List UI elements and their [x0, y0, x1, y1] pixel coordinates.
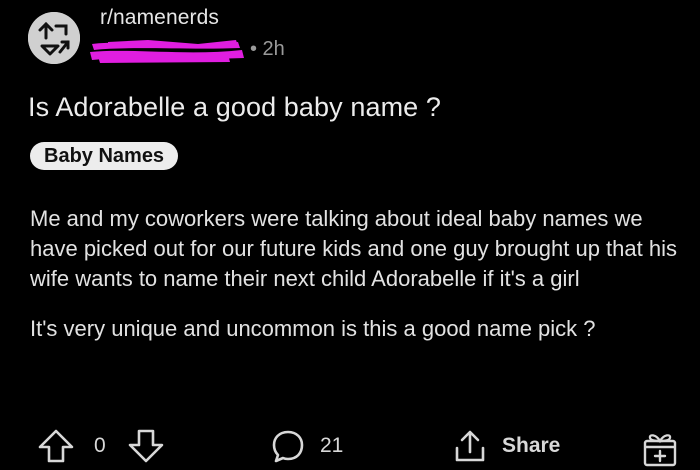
post-action-bar: 0 21 Share [0, 424, 700, 470]
share-label: Share [502, 434, 561, 457]
post-meta: • 2h [90, 36, 300, 63]
subreddit-name[interactable]: r/namenerds [100, 6, 219, 30]
post-body: Me and my coworkers were talking about i… [30, 204, 680, 364]
downvote-button[interactable] [126, 428, 166, 464]
downvote-arrow-icon [128, 429, 164, 463]
post-body-paragraph: It's very unique and uncommon is this a … [30, 316, 596, 341]
post-title[interactable]: Is Adorabelle a good baby name ? [28, 92, 441, 123]
share-button[interactable]: Share [452, 428, 560, 464]
award-button[interactable] [640, 428, 680, 468]
upvote-button[interactable] [36, 428, 76, 464]
post-timestamp: • 2h [250, 38, 285, 60]
redaction-scribble [90, 40, 244, 63]
comment-bubble-icon [272, 430, 304, 463]
post-flair[interactable]: Baby Names [30, 142, 179, 170]
comments-button[interactable]: 21 [270, 428, 343, 464]
comment-count: 21 [320, 434, 344, 457]
subreddit-avatar-icon[interactable] [28, 12, 80, 64]
share-icon [455, 430, 485, 462]
post-body-paragraph: Me and my coworkers were talking about i… [30, 206, 677, 291]
vote-count: 0 [94, 434, 106, 457]
gift-award-icon [643, 434, 677, 467]
upvote-arrow-icon [38, 429, 74, 463]
